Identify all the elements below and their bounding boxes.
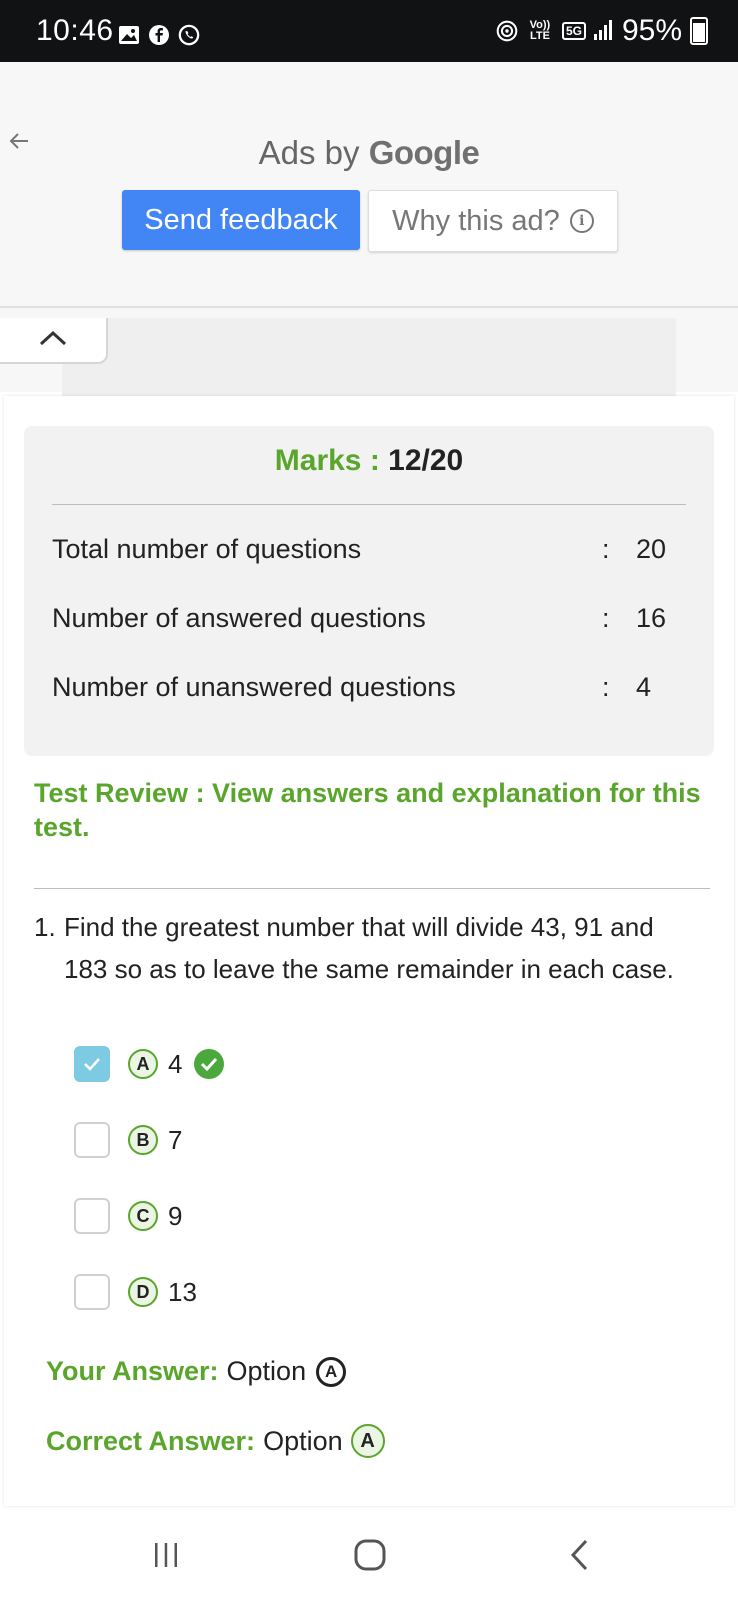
option-d[interactable]: D 13 — [74, 1270, 197, 1314]
stat-label: Total number of questions — [52, 534, 362, 564]
hotspot-icon — [496, 20, 518, 42]
volte-icon: Vo)) LTE — [529, 19, 551, 42]
score-summary: Marks : 12/20 Total number of questions … — [24, 426, 714, 756]
option-c-letter: C — [128, 1201, 158, 1231]
option-b[interactable]: B 7 — [74, 1118, 182, 1162]
marks-value: 12/20 — [388, 444, 464, 477]
5g-icon: 5G — [561, 22, 586, 40]
facebook-icon — [148, 24, 170, 46]
option-a[interactable]: A 4 — [74, 1042, 225, 1086]
option-d-value: 13 — [168, 1276, 197, 1307]
stat-value: 20 — [636, 534, 667, 564]
correct-answer-label: Correct Answer: — [46, 1425, 256, 1456]
navigation-bar — [0, 1508, 738, 1600]
option-a-value: 4 — [168, 1048, 183, 1079]
option-c-value: 9 — [168, 1200, 183, 1231]
ad-container: Ads by Google Send feedback Why this ad?… — [0, 62, 738, 428]
status-time: 10:46 — [36, 14, 114, 47]
stat-row-answered: Number of answered questions : 16 — [52, 603, 686, 643]
info-icon: i — [569, 209, 594, 233]
recent-apps-icon — [155, 1543, 177, 1567]
back-chevron-icon — [570, 1539, 588, 1571]
your-answer-letter: A — [316, 1356, 347, 1387]
stat-colon: : — [602, 534, 610, 564]
correct-answer: Correct Answer: Option A — [46, 1424, 385, 1458]
result-content: Marks : 12/20 Total number of questions … — [4, 396, 734, 1506]
home-icon — [354, 1539, 386, 1571]
stat-label: Number of answered questions — [52, 603, 426, 633]
correct-check-icon — [194, 1049, 225, 1079]
status-right: Vo)) LTE 5G 95% — [496, 14, 708, 48]
collapse-ad-button[interactable] — [0, 318, 108, 364]
check-icon — [84, 1058, 100, 1071]
gallery-icon — [118, 24, 140, 46]
option-a-letter: A — [128, 1049, 158, 1079]
review-divider — [34, 888, 710, 889]
stat-value: 4 — [636, 672, 652, 702]
notification-icons — [118, 24, 200, 46]
test-review-link[interactable]: Test Review : View answers and explanati… — [34, 776, 714, 844]
correct-answer-letter: A — [350, 1424, 385, 1458]
whatsapp-icon — [178, 24, 200, 46]
battery-icon — [690, 17, 708, 45]
score-divider — [52, 504, 686, 505]
correct-answer-text: Option — [263, 1425, 343, 1456]
chevron-up-icon — [38, 329, 68, 352]
google-logo: Google — [368, 134, 480, 171]
ad-divider — [0, 306, 738, 308]
battery-percent: 95% — [621, 14, 682, 47]
your-answer-label: Your Answer: — [46, 1356, 219, 1386]
stat-colon: : — [602, 672, 610, 702]
your-answer: Your Answer: Option A — [46, 1356, 347, 1387]
option-d-checkbox[interactable] — [74, 1274, 110, 1310]
stat-colon: : — [602, 603, 610, 633]
stat-row-unanswered: Number of unanswered questions : 4 — [52, 672, 686, 712]
option-c-checkbox[interactable] — [74, 1198, 110, 1234]
stat-value: 16 — [636, 603, 667, 633]
signal-icon — [593, 14, 614, 48]
marks-label: Marks : — [274, 444, 380, 477]
recent-apps-button[interactable] — [136, 1530, 196, 1580]
back-button[interactable] — [550, 1530, 610, 1580]
your-answer-text: Option — [226, 1356, 307, 1386]
why-this-ad-button[interactable]: Why this ad? i — [368, 190, 618, 252]
send-feedback-label: Send feedback — [144, 203, 338, 236]
marks-heading: Marks : 12/20 — [24, 444, 714, 478]
option-a-checkbox[interactable] — [74, 1046, 110, 1082]
stat-label: Number of unanswered questions — [52, 672, 456, 702]
option-c[interactable]: C 9 — [74, 1194, 182, 1238]
ads-by-google: Ads by Google — [0, 134, 738, 172]
status-bar: 10:46 Vo)) LTE 5G 95% — [0, 0, 738, 62]
question-text: Find the greatest number that will divid… — [64, 912, 674, 984]
home-button[interactable] — [340, 1530, 400, 1580]
option-d-letter: D — [128, 1277, 158, 1307]
question-number: 1. — [34, 912, 56, 942]
option-b-letter: B — [128, 1125, 158, 1155]
send-feedback-button[interactable]: Send feedback — [122, 190, 360, 250]
why-this-ad-label: Why this ad? — [392, 204, 560, 237]
option-b-value: 7 — [168, 1124, 183, 1155]
stat-row-total: Total number of questions : 20 — [52, 534, 686, 574]
ads-by-label: Ads by — [258, 134, 360, 171]
option-b-checkbox[interactable] — [74, 1122, 110, 1158]
